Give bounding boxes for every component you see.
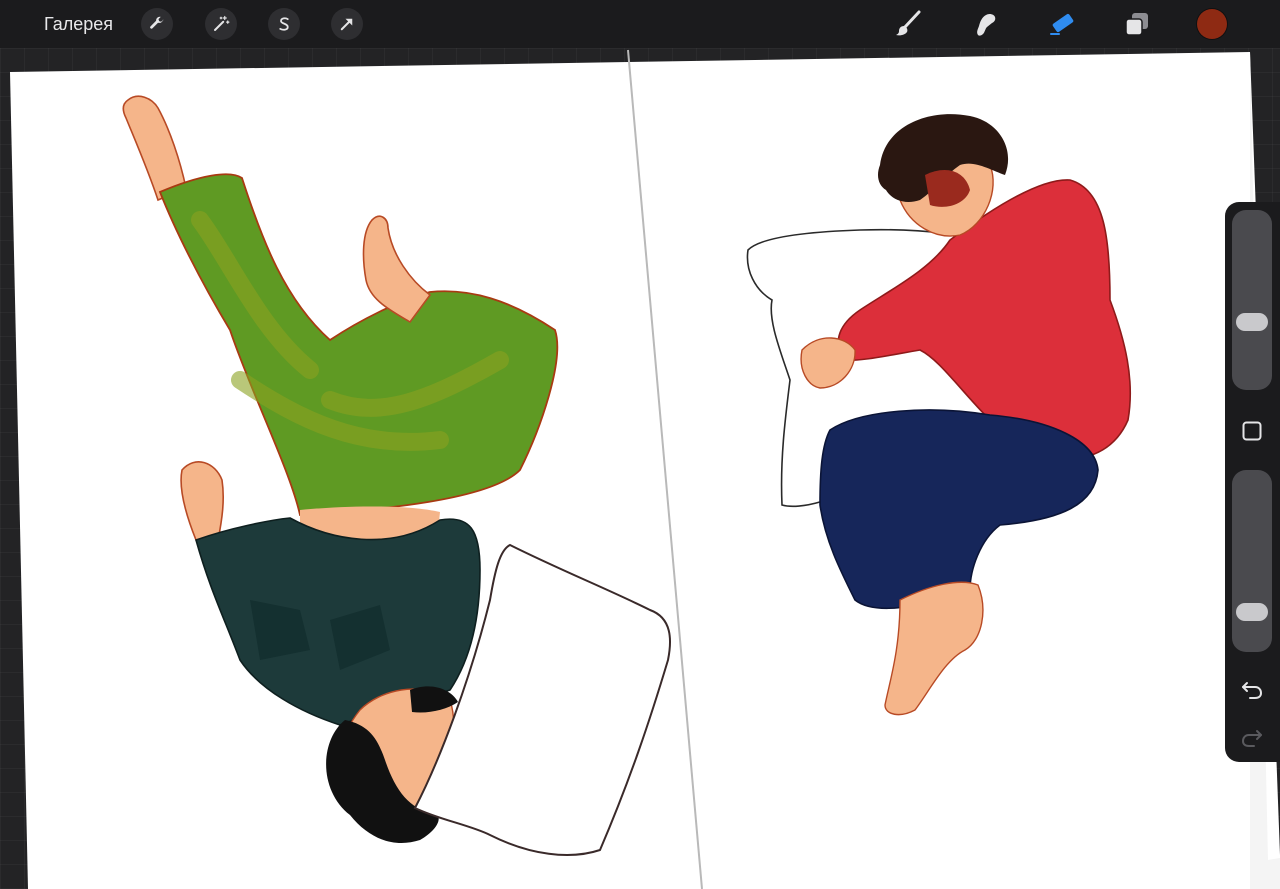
wrench-icon xyxy=(150,16,164,29)
selection-s-icon xyxy=(279,17,289,31)
selection-button[interactable] xyxy=(268,8,300,40)
undo-button[interactable] xyxy=(1239,677,1265,701)
redo-arrow-icon xyxy=(1241,730,1262,747)
smudge-tool-button[interactable] xyxy=(969,8,1001,40)
brush-tool-button[interactable] xyxy=(892,8,924,40)
gallery-button[interactable]: Галерея xyxy=(44,12,113,36)
opacity-slider-knob[interactable] xyxy=(1236,603,1268,621)
undo-arrow-icon xyxy=(1242,682,1263,699)
layers-button[interactable] xyxy=(1121,8,1153,40)
right-sidebar xyxy=(1225,202,1280,762)
brush-size-slider-knob[interactable] xyxy=(1236,313,1268,331)
redo-button[interactable] xyxy=(1239,725,1265,749)
transform-button[interactable] xyxy=(331,8,363,40)
layers-icon xyxy=(1125,13,1148,36)
drawing-canvas[interactable] xyxy=(0,48,1280,889)
eraser-icon xyxy=(1050,13,1074,35)
brush-size-slider[interactable] xyxy=(1232,210,1272,390)
magic-wand-icon xyxy=(214,15,230,31)
adjustments-button[interactable] xyxy=(205,8,237,40)
eraser-tool-button[interactable] xyxy=(1046,8,1078,40)
arrow-cursor-icon xyxy=(340,18,353,31)
actions-button[interactable] xyxy=(141,8,173,40)
modify-button[interactable] xyxy=(1239,418,1265,444)
smudge-icon xyxy=(977,13,996,36)
brush-icon xyxy=(896,10,921,36)
top-toolbar: Галерея xyxy=(0,0,1280,48)
opacity-slider[interactable] xyxy=(1232,470,1272,652)
square-modify-icon xyxy=(1242,421,1262,441)
current-color-swatch[interactable] xyxy=(1197,9,1227,39)
